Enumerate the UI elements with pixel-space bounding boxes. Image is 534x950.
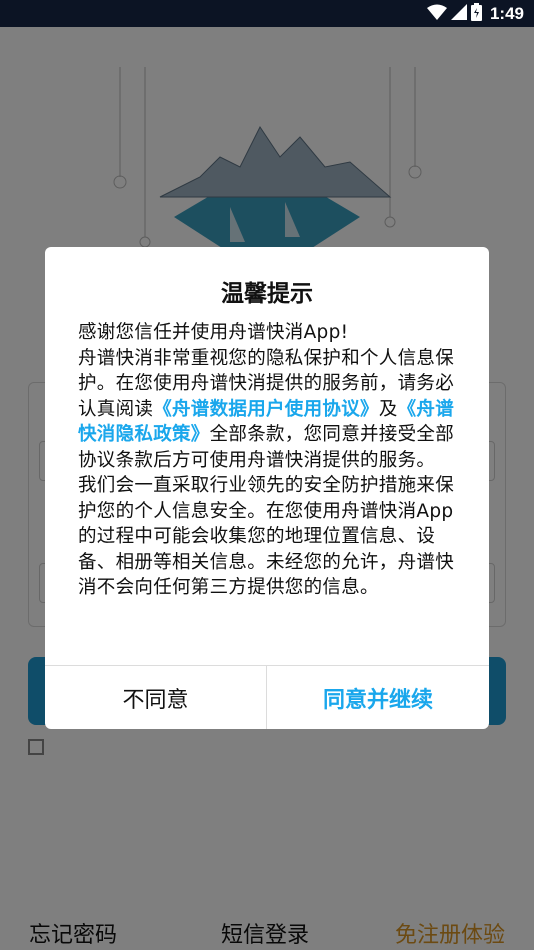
dialog-title: 温馨提示 [221,281,313,307]
disagree-button[interactable]: 不同意 [45,666,267,729]
agree-continue-button[interactable]: 同意并继续 [267,666,489,729]
status-bar: 1:49 [0,0,534,27]
battery-icon [470,3,482,25]
dialog-paragraph-privacy: 舟谱快消非常重视您的隐私保护和个人信息保护。在您使用舟谱快消提供的服务前，请务必… [78,346,468,474]
wifi-icon [426,4,447,24]
dialog-body: 感谢您信任并使用舟谱快消App! 舟谱快消非常重视您的隐私保护和个人信息保护。在… [78,320,468,601]
privacy-dialog: 温馨提示 感谢您信任并使用舟谱快消App! 舟谱快消非常重视您的隐私保护和个人信… [45,247,489,729]
status-time: 1:49 [489,4,524,23]
dialog-footer: 不同意 同意并继续 [45,665,489,729]
dialog-paragraph-thanks: 感谢您信任并使用舟谱快消App! [78,322,349,343]
privacy-text-b: 及 [378,398,398,420]
signal-icon [450,4,467,24]
status-icons: 1:49 [426,3,524,25]
user-agreement-link[interactable]: 《舟谱数据用户使用协议》 [153,399,379,420]
dialog-paragraph-security: 我们会一直采取行业领先的安全防护措施来保护您的个人信息安全。在您使用舟谱快消Ap… [78,475,455,598]
